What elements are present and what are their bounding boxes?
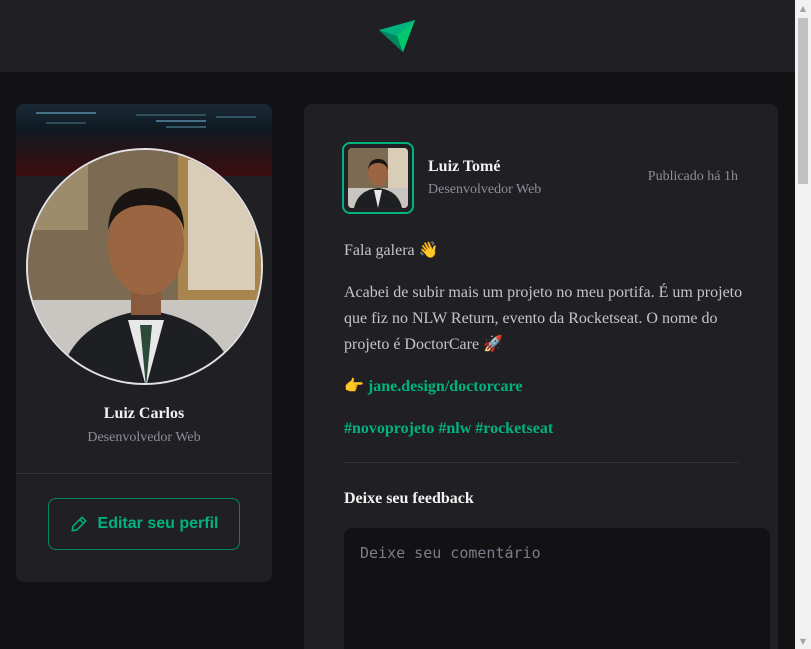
post-body: Acabei de subir mais um projeto no meu p… bbox=[344, 284, 743, 353]
edit-profile-button[interactable]: Editar seu perfil bbox=[48, 498, 240, 550]
feedback-title: Deixe seu feedback bbox=[344, 490, 474, 507]
profile-name: Luiz Carlos bbox=[103, 405, 185, 422]
scroll-thumb[interactable] bbox=[798, 18, 808, 184]
scroll-down-arrow-icon[interactable]: ▼ bbox=[795, 633, 811, 649]
post-card: Luiz Tomé Desenvolvedor Web Publicado há… bbox=[304, 104, 778, 649]
avatar-photo bbox=[28, 150, 261, 383]
sidebar-divider bbox=[16, 473, 272, 474]
pencil-icon bbox=[70, 516, 87, 532]
scroll-up-arrow-icon[interactable]: ▲ bbox=[795, 0, 811, 16]
post-author-avatar[interactable] bbox=[342, 142, 414, 214]
app-header bbox=[0, 0, 795, 72]
post-hashtags-line: #novoprojeto #nlw #rocketseat bbox=[344, 416, 744, 442]
profile-sidebar: Luiz Carlos Desenvolvedor Web Editar seu… bbox=[16, 104, 272, 582]
pointing-hand-icon: 👉 bbox=[344, 378, 368, 395]
post-divider bbox=[344, 462, 738, 463]
edit-profile-label: Editar seu perfil bbox=[97, 515, 219, 532]
post-author-name: Luiz Tomé bbox=[428, 158, 501, 175]
post-content: Fala galera 👋 Acabei de subir mais um pr… bbox=[344, 238, 744, 458]
ignite-logo-icon bbox=[379, 20, 415, 52]
post-author-photo bbox=[348, 148, 408, 208]
post-published-time: Publicado há 1h bbox=[647, 169, 738, 184]
post-hashtags[interactable]: #novoprojeto #nlw #rocketseat bbox=[344, 420, 553, 437]
post-project-link[interactable]: jane.design/doctorcare bbox=[368, 378, 523, 395]
profile-avatar bbox=[26, 148, 263, 385]
comment-input[interactable] bbox=[344, 528, 770, 649]
profile-role: Desenvolvedor Web bbox=[87, 430, 201, 445]
post-link-line: 👉 jane.design/doctorcare bbox=[344, 374, 744, 400]
post-greeting: Fala galera 👋 bbox=[344, 242, 439, 259]
post-author-role: Desenvolvedor Web bbox=[428, 182, 542, 197]
page-scrollbar[interactable]: ▲ ▼ bbox=[795, 0, 811, 649]
